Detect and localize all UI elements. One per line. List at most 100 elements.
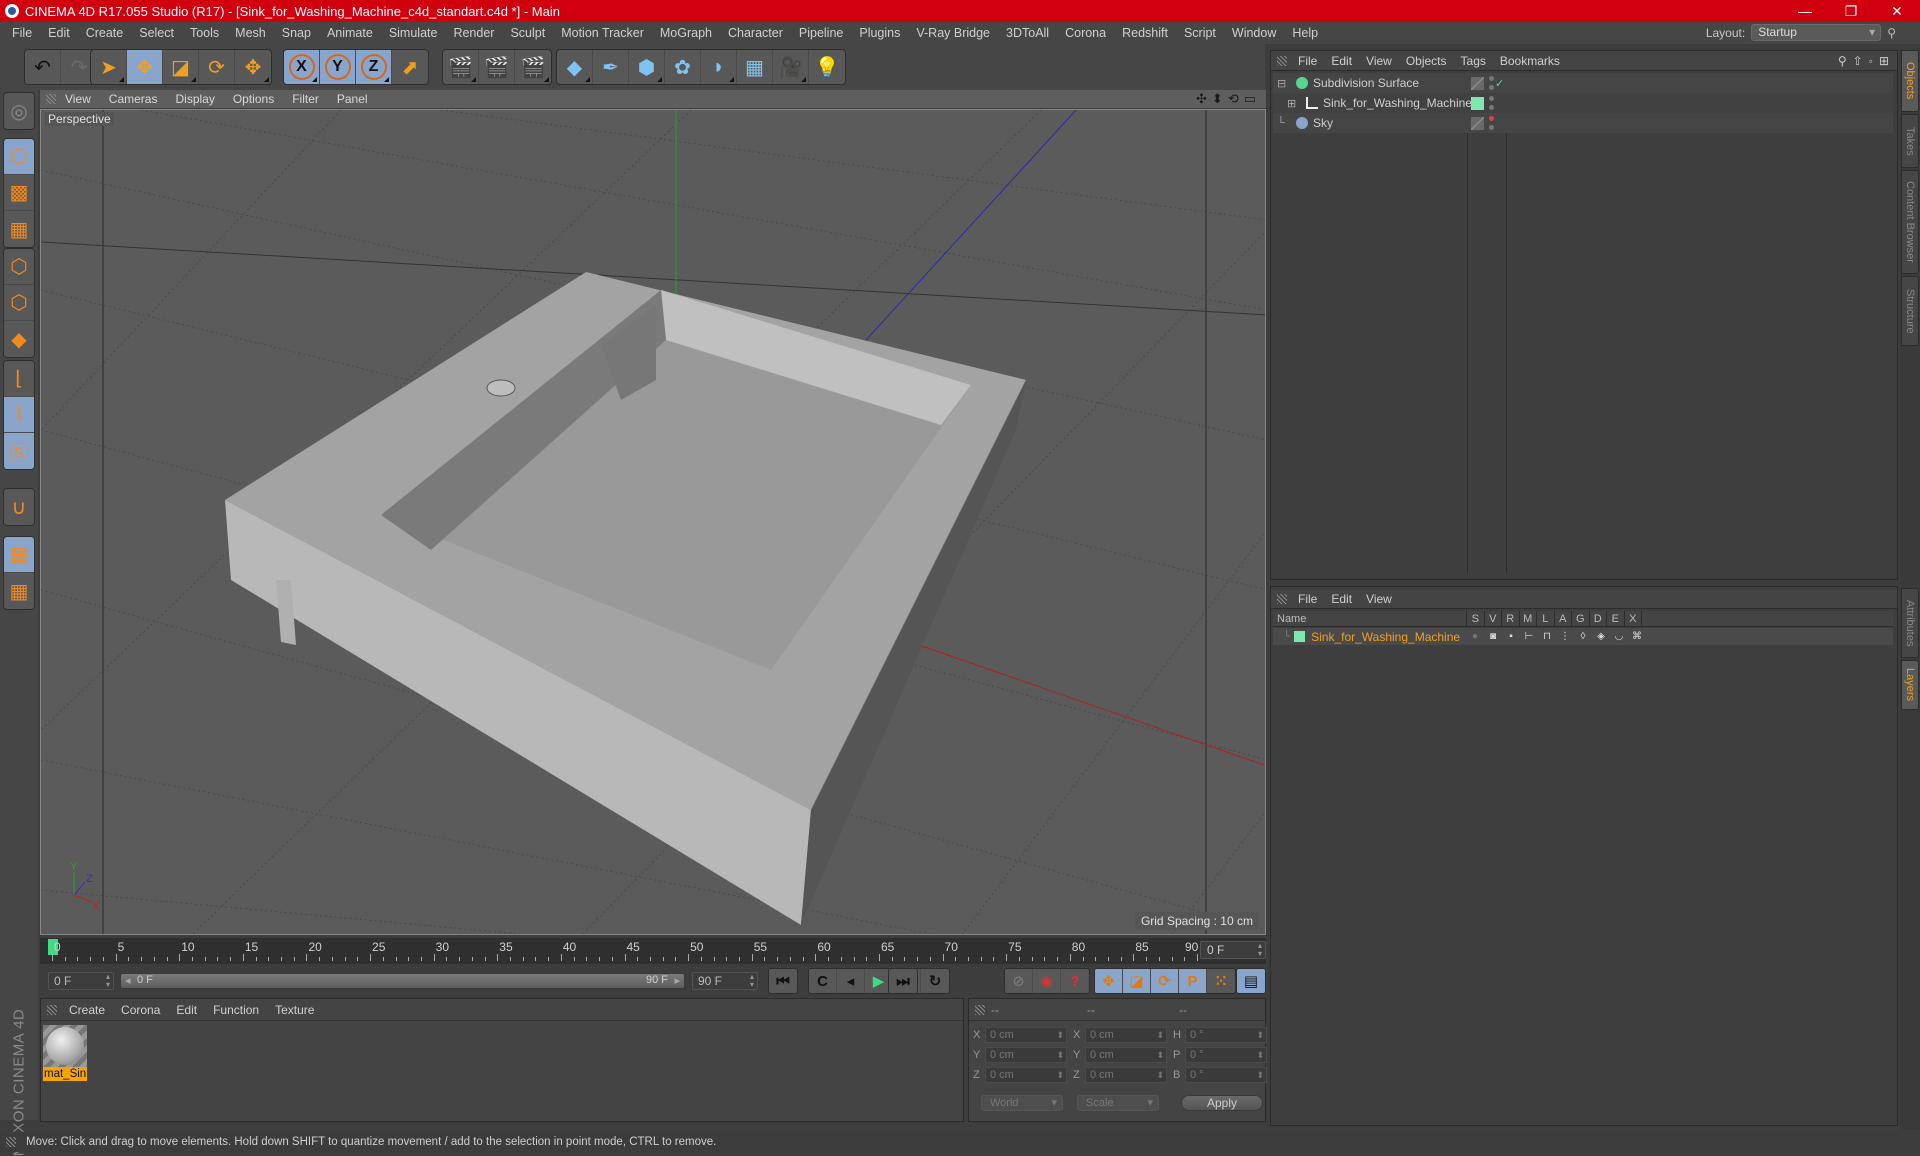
render-settings-button[interactable]: 🎬 [515, 50, 551, 84]
keyframe-selection-button[interactable]: ? [1061, 969, 1089, 993]
points-mode-button[interactable]: ⬡ [4, 249, 34, 285]
expand-toggle-icon[interactable]: ⊞ [1287, 97, 1301, 110]
sink-model[interactable] [225, 272, 1026, 925]
search-icon[interactable]: ⚲ [1838, 54, 1847, 68]
menu-animate[interactable]: Animate [319, 26, 381, 40]
menu-plugins[interactable]: Plugins [851, 26, 908, 40]
object-menu-edit[interactable]: Edit [1324, 54, 1359, 68]
cube-primitive-button[interactable]: ◆ [557, 50, 593, 84]
axis-mode-button[interactable]: ⌊ [4, 361, 34, 397]
make-editable-button[interactable]: ◎ [4, 93, 34, 129]
side-tab-objects[interactable]: Objects [1901, 50, 1919, 112]
position-y-field[interactable]: 0 cm [985, 1047, 1067, 1063]
size-z-field[interactable]: 0 cm [1085, 1067, 1167, 1083]
material-menu-edit[interactable]: Edit [168, 1003, 205, 1017]
timeline-window-button[interactable]: ▤ [1237, 969, 1265, 993]
key-position-button[interactable]: ✥ [1095, 969, 1123, 993]
material-menu-function[interactable]: Function [205, 1003, 267, 1017]
record-keys-disabled-button[interactable]: ⊘ [1005, 969, 1033, 993]
object-menu-objects[interactable]: Objects [1399, 54, 1454, 68]
panel-grip-icon[interactable] [46, 94, 56, 104]
position-z-field[interactable]: 0 cm [985, 1067, 1067, 1083]
next-key-button[interactable]: ↻ [921, 969, 949, 993]
object-row[interactable]: └ Sky [1273, 113, 1893, 133]
y-axis-button[interactable]: Y [320, 50, 356, 84]
layer-row[interactable]: └ Sink_for_Washing_Machine ● ◙ ▪ ⊢ ⊓ ⋮ ◊ ◈ ◡ ⌘ [1273, 628, 1893, 645]
pan-view-icon[interactable]: ✣ [1196, 91, 1207, 107]
layer-column-v[interactable]: V [1485, 610, 1502, 627]
side-tab-structure[interactable]: Structure [1901, 276, 1919, 346]
texture-mode-button[interactable]: ▩ [4, 175, 34, 211]
menu-select[interactable]: Select [131, 26, 182, 40]
layer-xref-toggle-icon[interactable]: ⌘ [1631, 631, 1643, 642]
visibility-toggle-icon[interactable] [1471, 116, 1484, 130]
new-view-icon[interactable]: ⊞ [1879, 54, 1889, 68]
viewport-menu-options[interactable]: Options [224, 92, 283, 106]
layer-color-swatch[interactable] [1294, 631, 1306, 642]
timeline-ruler[interactable]: 0 5 10 15 20 25 30 35 40 45 50 55 60 65 70 75 80 85 90 [40, 938, 1266, 964]
transform-mode-dropdown[interactable]: Scale [1077, 1095, 1159, 1111]
autokey-button[interactable]: ◉ [1033, 969, 1061, 993]
rotation-p-field[interactable]: 0 ° [1185, 1047, 1267, 1063]
menu-window[interactable]: Window [1224, 26, 1284, 40]
menu-edit[interactable]: Edit [40, 26, 78, 40]
menu-render[interactable]: Render [445, 26, 502, 40]
filter-icon[interactable]: ◦ [1869, 54, 1873, 68]
menu-help[interactable]: Help [1284, 26, 1326, 40]
expand-toggle-icon[interactable]: ⊟ [1277, 77, 1291, 90]
material-menu-corona[interactable]: Corona [113, 1003, 168, 1017]
menu-file[interactable]: File [4, 26, 40, 40]
layer-menu-view[interactable]: View [1359, 592, 1399, 606]
layer-menu-edit[interactable]: Edit [1324, 592, 1359, 606]
editor-render-visibility-dots[interactable] [1488, 116, 1494, 130]
rotation-h-field[interactable]: 0 ° [1185, 1027, 1267, 1043]
z-axis-button[interactable]: Z [356, 50, 392, 84]
enabled-check-icon[interactable]: ✓ [1495, 77, 1504, 90]
maximize-button[interactable]: ❐ [1828, 0, 1874, 22]
apply-button[interactable]: Apply [1181, 1095, 1263, 1111]
layer-expressions-toggle-icon[interactable]: ◡ [1613, 631, 1625, 642]
viewport-menu-panel[interactable]: Panel [328, 92, 377, 106]
go-to-end-button[interactable]: ⏭ [889, 969, 917, 993]
object-menu-file[interactable]: File [1291, 54, 1324, 68]
x-axis-button[interactable]: X [284, 50, 320, 84]
editor-render-visibility-dots[interactable] [1488, 76, 1494, 90]
object-name[interactable]: Sky [1313, 116, 1333, 130]
current-frame-field[interactable]: 0 F ▴ ▾ [1200, 941, 1266, 959]
menu-mesh[interactable]: Mesh [227, 26, 274, 40]
edges-mode-button[interactable]: ⬡ [4, 285, 34, 321]
menu-motion-tracker[interactable]: Motion Tracker [553, 26, 652, 40]
object-menu-tags[interactable]: Tags [1454, 54, 1493, 68]
object-row[interactable]: ⊞ Sink_for_Washing_Machine [1273, 93, 1893, 113]
layer-deformers-toggle-icon[interactable]: ◈ [1595, 631, 1607, 642]
object-row[interactable]: ⊟ Subdivision Surface ✓ [1273, 73, 1893, 93]
layer-column-r[interactable]: R [1502, 610, 1520, 627]
workplane-align-button[interactable]: ▦ [4, 573, 34, 609]
layer-column-e[interactable]: E [1607, 610, 1625, 627]
menu-pipeline[interactable]: Pipeline [791, 26, 851, 40]
size-x-field[interactable]: 0 cm [1085, 1027, 1167, 1043]
object-name[interactable]: Subdivision Surface [1313, 76, 1419, 90]
rotate-button[interactable]: ⟳ [199, 50, 235, 84]
object-menu-bookmarks[interactable]: Bookmarks [1493, 54, 1567, 68]
3d-viewport[interactable]: Y Z X Perspective Grid Spacing : 10 cm [40, 109, 1266, 935]
layer-locked-toggle-icon[interactable]: ⊓ [1541, 631, 1553, 642]
side-tab-attributes[interactable]: Attributes [1901, 588, 1919, 658]
menu-mograph[interactable]: MoGraph [652, 26, 720, 40]
coordinate-system-button[interactable]: ⬈ [392, 50, 428, 84]
layer-column-g[interactable]: G [1572, 610, 1590, 627]
search-icon[interactable]: ⚲ [1887, 26, 1896, 40]
workplane-lock-button[interactable]: ▦ [4, 537, 34, 573]
tweak-mode-button[interactable]: ⌇ [4, 397, 34, 433]
go-to-start-button[interactable]: ⏮ [769, 969, 797, 993]
object-name[interactable]: Sink_for_Washing_Machine [1323, 96, 1472, 110]
start-frame-field[interactable]: 0 F ▴ ▾ [48, 972, 114, 990]
panel-grip-icon[interactable] [1277, 593, 1287, 604]
home-icon[interactable]: ⇧ [1853, 54, 1863, 68]
layer-visible-render-toggle-icon[interactable]: ▪ [1505, 631, 1517, 642]
layer-column-m[interactable]: M [1520, 610, 1537, 627]
move-last-button[interactable]: ✥ [235, 50, 271, 84]
prev-frame-button[interactable]: ◂ [837, 969, 865, 993]
viewport-menu-display[interactable]: Display [166, 92, 223, 106]
layer-column-name[interactable]: Name [1273, 610, 1467, 627]
